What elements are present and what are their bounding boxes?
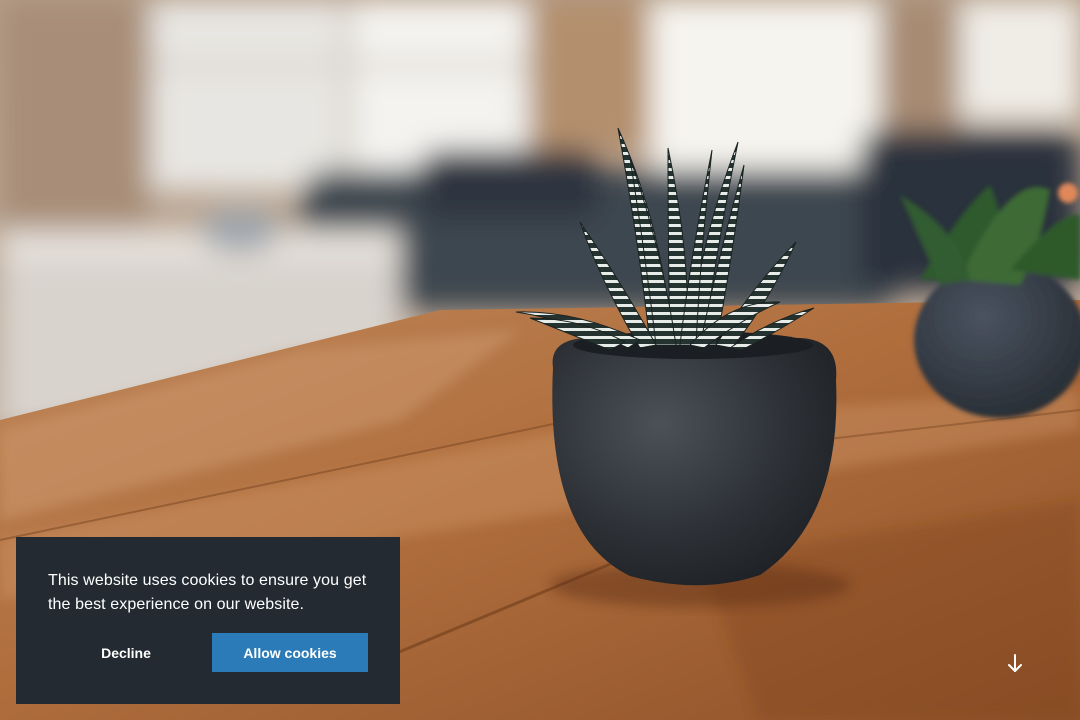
cookie-message: This website uses cookies to ensure you … [48, 572, 367, 613]
allow-cookies-button[interactable]: Allow cookies [212, 633, 368, 672]
arrow-down-icon [1008, 654, 1022, 672]
cookie-actions: Decline Allow cookies [48, 633, 368, 672]
decline-cookies-button[interactable]: Decline [48, 633, 204, 672]
hero-section: This website uses cookies to ensure you … [0, 0, 1080, 720]
scroll-down-button[interactable] [1003, 652, 1027, 676]
cookie-consent-banner: This website uses cookies to ensure you … [16, 537, 400, 704]
